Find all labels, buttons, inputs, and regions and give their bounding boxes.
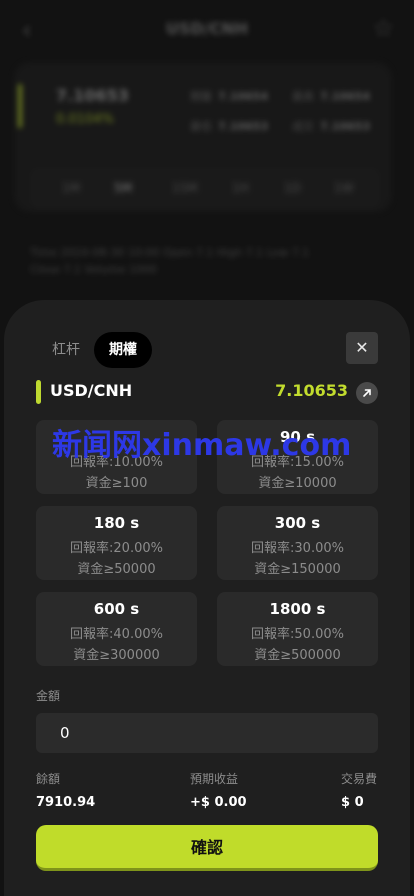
background-tab: 1D (284, 181, 301, 195)
stat-label: 最高 (292, 90, 314, 103)
amount-input[interactable] (36, 713, 378, 753)
background-price: 7.10653 (56, 86, 129, 105)
duration-rate: 回報率:30.00% (251, 541, 344, 556)
duration-card[interactable]: 180 s 回報率:20.00% 資金≥50000 (36, 506, 197, 580)
pair-name: USD/CNH (50, 381, 133, 400)
stat-value: 7.10654 (218, 90, 269, 103)
stat-value: 7.10654 (320, 90, 371, 103)
duration-value: 1800 s (269, 600, 326, 618)
background-stat: 成交 7.10653 (292, 118, 370, 134)
background-accent-bar (18, 84, 22, 128)
duration-rate: 回報率:20.00% (70, 541, 163, 556)
fee-value: $ 0 (341, 795, 364, 810)
trend-button[interactable] (356, 382, 378, 404)
close-icon: ✕ (355, 338, 369, 357)
background-header: ‹ USD/CNH ☆ (0, 0, 414, 62)
duration-value: 600 s (93, 600, 140, 618)
stat-value: 7.10653 (320, 120, 371, 133)
tab-options[interactable]: 期權 (94, 332, 152, 368)
duration-rate: 回報率:50.00% (251, 627, 344, 642)
tab-leverage[interactable]: 杠杆 (40, 332, 92, 368)
expected-profit-label: 預期收益 (190, 772, 239, 786)
duration-min-funds: 資金≥500000 (254, 648, 341, 663)
pair-accent-bar (36, 380, 41, 404)
duration-min-funds: 資金≥150000 (254, 562, 341, 577)
duration-value: 300 s (274, 514, 321, 532)
background-tab: 15M (172, 181, 198, 195)
duration-value: 180 s (93, 514, 140, 532)
balance-value: 7910.94 (36, 795, 96, 810)
stat-value: 7.10653 (218, 120, 269, 133)
stat-label: 最低 (190, 120, 212, 133)
background-stat: 最高 7.10654 (292, 88, 370, 104)
duration-card[interactable]: 600 s 回報率:40.00% 資金≥300000 (36, 592, 197, 666)
close-button[interactable]: ✕ (346, 332, 378, 364)
pair-price: 7.10653 (275, 381, 348, 400)
duration-card[interactable]: 1800 s 回報率:50.00% 資金≥500000 (217, 592, 378, 666)
background-change: 0.0104% (56, 112, 114, 127)
stat-label: 成交 (292, 120, 314, 133)
duration-rate: 回報率:40.00% (70, 627, 163, 642)
background-tab: 1H (232, 181, 249, 195)
expected-profit-value: +$ 0.00 (190, 795, 247, 810)
duration-min-funds: 資金≥10000 (258, 476, 337, 491)
arrow-up-right-icon (363, 389, 371, 397)
fee-label: 交易費 (341, 772, 378, 786)
duration-min-funds: 資金≥50000 (77, 562, 156, 577)
duration-min-funds: 資金≥100 (85, 476, 148, 491)
background-tab: 1M (62, 181, 80, 195)
background-stat: 最低 7.10653 (190, 118, 268, 134)
background-tab: 1W (334, 181, 354, 195)
background-tab: 5M (114, 181, 132, 195)
watermark: 新闻网xinmaw.com (52, 428, 352, 463)
duration-min-funds: 資金≥300000 (73, 648, 160, 663)
duration-card[interactable]: 300 s 回報率:30.00% 資金≥150000 (217, 506, 378, 580)
background-title: USD/CNH (165, 19, 249, 38)
confirm-button[interactable]: 確認 (36, 825, 378, 871)
background-interval-tabs (30, 168, 380, 208)
background-ohlc: Time 2024-08-30 10:00 Open 7.1 High 7.1 … (30, 246, 310, 276)
amount-label: 金額 (36, 689, 61, 703)
app-root: ‹ USD/CNH ☆ 7.10653 0.0104% 開盤 7.10654 最高… (0, 0, 414, 896)
star-icon: ☆ (372, 14, 394, 42)
balance-label: 餘額 (36, 772, 61, 786)
stat-label: 開盤 (190, 90, 212, 103)
background-stat: 開盤 7.10654 (190, 88, 268, 104)
